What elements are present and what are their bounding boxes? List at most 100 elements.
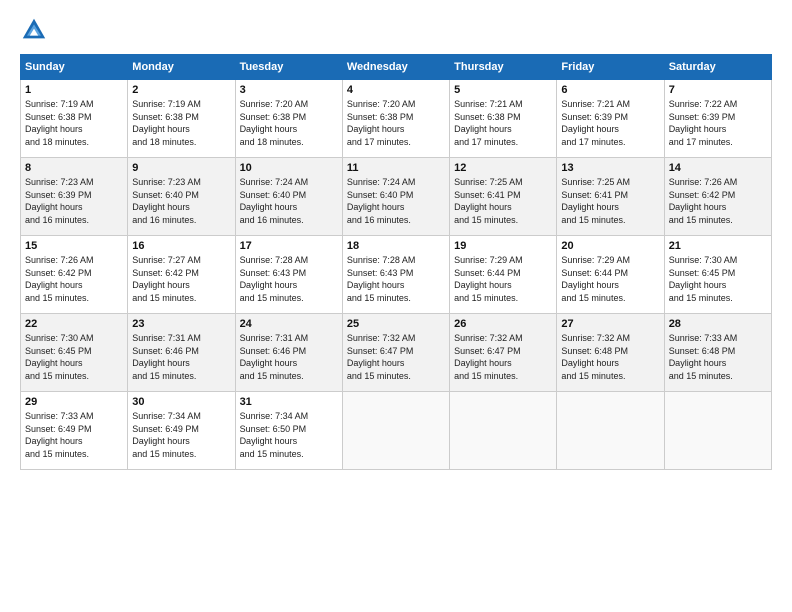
calendar-cell: 15 Sunrise: 7:26 AM Sunset: 6:42 PM Dayl… [21, 236, 128, 314]
calendar-week-row: 22 Sunrise: 7:30 AM Sunset: 6:45 PM Dayl… [21, 314, 772, 392]
calendar-cell: 22 Sunrise: 7:30 AM Sunset: 6:45 PM Dayl… [21, 314, 128, 392]
day-number: 17 [240, 240, 338, 252]
day-number: 29 [25, 396, 123, 408]
day-number: 23 [132, 318, 230, 330]
day-number: 21 [669, 240, 767, 252]
calendar-cell: 20 Sunrise: 7:29 AM Sunset: 6:44 PM Dayl… [557, 236, 664, 314]
day-info: Sunrise: 7:33 AM Sunset: 6:48 PM Dayligh… [669, 332, 767, 382]
day-info: Sunrise: 7:25 AM Sunset: 6:41 PM Dayligh… [454, 176, 552, 226]
day-number: 7 [669, 84, 767, 96]
logo-icon [20, 16, 48, 44]
day-info: Sunrise: 7:20 AM Sunset: 6:38 PM Dayligh… [240, 98, 338, 148]
day-info: Sunrise: 7:32 AM Sunset: 6:48 PM Dayligh… [561, 332, 659, 382]
day-info: Sunrise: 7:30 AM Sunset: 6:45 PM Dayligh… [669, 254, 767, 304]
day-info: Sunrise: 7:23 AM Sunset: 6:40 PM Dayligh… [132, 176, 230, 226]
day-number: 4 [347, 84, 445, 96]
calendar-week-row: 29 Sunrise: 7:33 AM Sunset: 6:49 PM Dayl… [21, 392, 772, 470]
calendar-cell: 9 Sunrise: 7:23 AM Sunset: 6:40 PM Dayli… [128, 158, 235, 236]
day-number: 13 [561, 162, 659, 174]
calendar-cell: 24 Sunrise: 7:31 AM Sunset: 6:46 PM Dayl… [235, 314, 342, 392]
page: SundayMondayTuesdayWednesdayThursdayFrid… [0, 0, 792, 612]
calendar-cell: 19 Sunrise: 7:29 AM Sunset: 6:44 PM Dayl… [450, 236, 557, 314]
calendar-cell: 29 Sunrise: 7:33 AM Sunset: 6:49 PM Dayl… [21, 392, 128, 470]
calendar-cell: 14 Sunrise: 7:26 AM Sunset: 6:42 PM Dayl… [664, 158, 771, 236]
day-info: Sunrise: 7:34 AM Sunset: 6:50 PM Dayligh… [240, 410, 338, 460]
day-info: Sunrise: 7:34 AM Sunset: 6:49 PM Dayligh… [132, 410, 230, 460]
day-info: Sunrise: 7:24 AM Sunset: 6:40 PM Dayligh… [240, 176, 338, 226]
day-number: 14 [669, 162, 767, 174]
day-number: 1 [25, 84, 123, 96]
day-info: Sunrise: 7:28 AM Sunset: 6:43 PM Dayligh… [347, 254, 445, 304]
calendar-cell: 3 Sunrise: 7:20 AM Sunset: 6:38 PM Dayli… [235, 80, 342, 158]
calendar-cell [557, 392, 664, 470]
day-info: Sunrise: 7:24 AM Sunset: 6:40 PM Dayligh… [347, 176, 445, 226]
day-info: Sunrise: 7:21 AM Sunset: 6:39 PM Dayligh… [561, 98, 659, 148]
day-info: Sunrise: 7:26 AM Sunset: 6:42 PM Dayligh… [25, 254, 123, 304]
calendar-cell: 28 Sunrise: 7:33 AM Sunset: 6:48 PM Dayl… [664, 314, 771, 392]
day-info: Sunrise: 7:23 AM Sunset: 6:39 PM Dayligh… [25, 176, 123, 226]
weekday-header: Sunday [21, 55, 128, 80]
calendar-cell [342, 392, 449, 470]
day-number: 28 [669, 318, 767, 330]
day-number: 26 [454, 318, 552, 330]
calendar-cell [664, 392, 771, 470]
day-number: 18 [347, 240, 445, 252]
calendar-cell: 10 Sunrise: 7:24 AM Sunset: 6:40 PM Dayl… [235, 158, 342, 236]
calendar-cell: 12 Sunrise: 7:25 AM Sunset: 6:41 PM Dayl… [450, 158, 557, 236]
day-info: Sunrise: 7:28 AM Sunset: 6:43 PM Dayligh… [240, 254, 338, 304]
day-number: 31 [240, 396, 338, 408]
calendar-cell: 11 Sunrise: 7:24 AM Sunset: 6:40 PM Dayl… [342, 158, 449, 236]
day-info: Sunrise: 7:31 AM Sunset: 6:46 PM Dayligh… [240, 332, 338, 382]
day-number: 8 [25, 162, 123, 174]
day-info: Sunrise: 7:32 AM Sunset: 6:47 PM Dayligh… [347, 332, 445, 382]
day-number: 15 [25, 240, 123, 252]
day-number: 22 [25, 318, 123, 330]
day-info: Sunrise: 7:31 AM Sunset: 6:46 PM Dayligh… [132, 332, 230, 382]
day-number: 5 [454, 84, 552, 96]
weekday-header: Wednesday [342, 55, 449, 80]
day-info: Sunrise: 7:25 AM Sunset: 6:41 PM Dayligh… [561, 176, 659, 226]
day-number: 9 [132, 162, 230, 174]
calendar-cell: 18 Sunrise: 7:28 AM Sunset: 6:43 PM Dayl… [342, 236, 449, 314]
day-number: 12 [454, 162, 552, 174]
calendar-week-row: 1 Sunrise: 7:19 AM Sunset: 6:38 PM Dayli… [21, 80, 772, 158]
day-info: Sunrise: 7:29 AM Sunset: 6:44 PM Dayligh… [561, 254, 659, 304]
calendar-week-row: 8 Sunrise: 7:23 AM Sunset: 6:39 PM Dayli… [21, 158, 772, 236]
day-number: 25 [347, 318, 445, 330]
calendar-table: SundayMondayTuesdayWednesdayThursdayFrid… [20, 54, 772, 470]
calendar-cell: 25 Sunrise: 7:32 AM Sunset: 6:47 PM Dayl… [342, 314, 449, 392]
calendar-cell: 1 Sunrise: 7:19 AM Sunset: 6:38 PM Dayli… [21, 80, 128, 158]
day-info: Sunrise: 7:20 AM Sunset: 6:38 PM Dayligh… [347, 98, 445, 148]
day-number: 16 [132, 240, 230, 252]
calendar-cell: 16 Sunrise: 7:27 AM Sunset: 6:42 PM Dayl… [128, 236, 235, 314]
day-number: 3 [240, 84, 338, 96]
calendar-cell: 27 Sunrise: 7:32 AM Sunset: 6:48 PM Dayl… [557, 314, 664, 392]
weekday-header: Thursday [450, 55, 557, 80]
day-number: 24 [240, 318, 338, 330]
calendar-cell: 31 Sunrise: 7:34 AM Sunset: 6:50 PM Dayl… [235, 392, 342, 470]
calendar-header-row: SundayMondayTuesdayWednesdayThursdayFrid… [21, 55, 772, 80]
day-info: Sunrise: 7:22 AM Sunset: 6:39 PM Dayligh… [669, 98, 767, 148]
calendar-cell: 4 Sunrise: 7:20 AM Sunset: 6:38 PM Dayli… [342, 80, 449, 158]
calendar-week-row: 15 Sunrise: 7:26 AM Sunset: 6:42 PM Dayl… [21, 236, 772, 314]
weekday-header: Monday [128, 55, 235, 80]
weekday-header: Friday [557, 55, 664, 80]
day-info: Sunrise: 7:19 AM Sunset: 6:38 PM Dayligh… [132, 98, 230, 148]
calendar-cell [450, 392, 557, 470]
calendar-cell: 6 Sunrise: 7:21 AM Sunset: 6:39 PM Dayli… [557, 80, 664, 158]
day-number: 11 [347, 162, 445, 174]
day-number: 2 [132, 84, 230, 96]
day-info: Sunrise: 7:27 AM Sunset: 6:42 PM Dayligh… [132, 254, 230, 304]
calendar-cell: 5 Sunrise: 7:21 AM Sunset: 6:38 PM Dayli… [450, 80, 557, 158]
day-info: Sunrise: 7:19 AM Sunset: 6:38 PM Dayligh… [25, 98, 123, 148]
calendar-cell: 13 Sunrise: 7:25 AM Sunset: 6:41 PM Dayl… [557, 158, 664, 236]
day-number: 10 [240, 162, 338, 174]
day-number: 27 [561, 318, 659, 330]
day-number: 20 [561, 240, 659, 252]
day-number: 19 [454, 240, 552, 252]
calendar-cell: 2 Sunrise: 7:19 AM Sunset: 6:38 PM Dayli… [128, 80, 235, 158]
calendar-cell: 23 Sunrise: 7:31 AM Sunset: 6:46 PM Dayl… [128, 314, 235, 392]
day-number: 6 [561, 84, 659, 96]
calendar-cell: 17 Sunrise: 7:28 AM Sunset: 6:43 PM Dayl… [235, 236, 342, 314]
calendar-cell: 30 Sunrise: 7:34 AM Sunset: 6:49 PM Dayl… [128, 392, 235, 470]
